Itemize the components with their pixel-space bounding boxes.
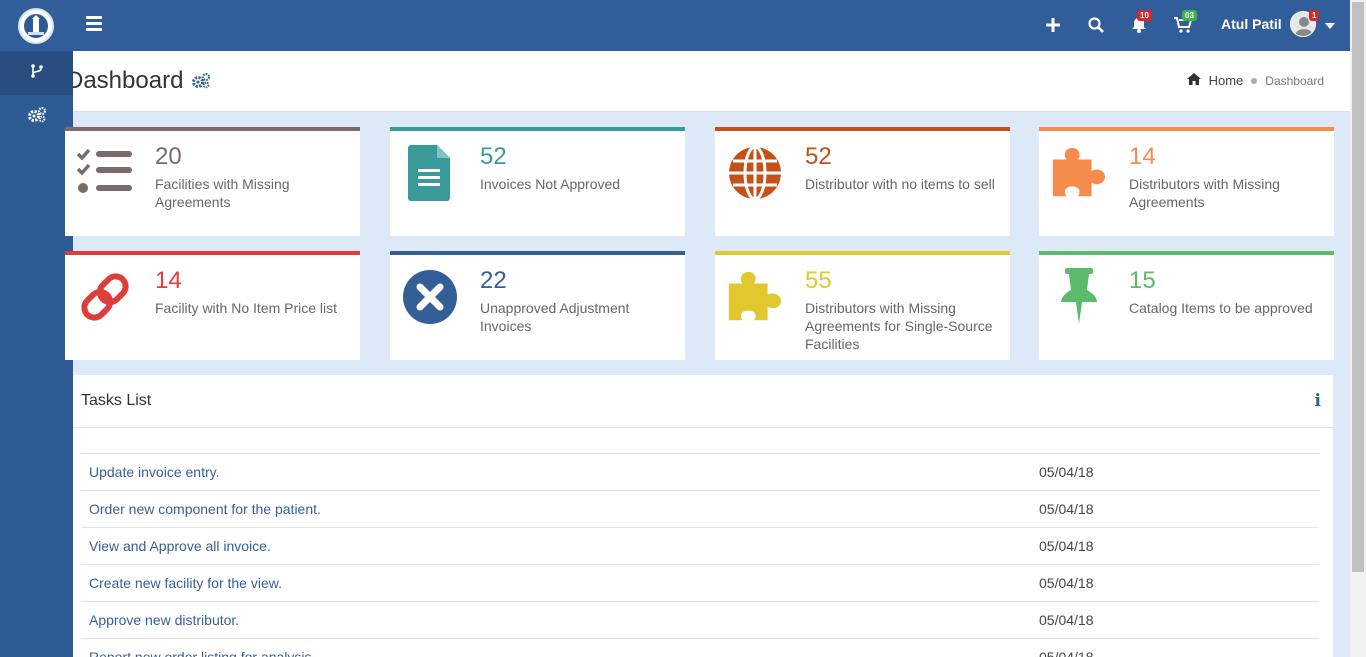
task-date: 05/04/18	[1039, 538, 1094, 554]
gears-icon	[27, 106, 47, 128]
stat-value: 20	[155, 143, 182, 170]
gears-icon[interactable]	[191, 72, 211, 94]
stat-card-catalog-items[interactable]: 15 Catalog Items to be approved	[1039, 251, 1334, 360]
page-scrollbar[interactable]	[1350, 0, 1366, 657]
stat-card-distributors-single-source[interactable]: 55 Distributors with Missing Agreements …	[715, 251, 1010, 360]
tasks-header: Tasks List i	[73, 375, 1333, 428]
breadcrumb: Home Dashboard	[1186, 73, 1324, 88]
cart-badge: 03	[1182, 10, 1197, 21]
checklist-icon	[75, 143, 135, 203]
notifications-badge: 10	[1137, 10, 1152, 21]
task-name-link[interactable]: Report new order listing for analysis.	[89, 649, 315, 657]
tasks-table: Update invoice entry. 05/04/18 Order new…	[81, 453, 1319, 657]
task-date: 05/04/18	[1039, 575, 1094, 591]
scrollbar-thumb[interactable]	[1352, 2, 1364, 572]
task-name-link[interactable]: Create new facility for the view.	[89, 575, 282, 591]
stat-value: 22	[480, 267, 507, 294]
home-icon[interactable]	[1186, 73, 1201, 88]
stat-label: Facilities with Missing Agreements	[155, 176, 290, 210]
stat-label: Distributor with no items to sell	[805, 176, 995, 192]
info-icon[interactable]: i	[1315, 391, 1321, 411]
stat-label: Unapproved Adjustment Invoices	[480, 300, 630, 334]
table-row[interactable]: Update invoice entry. 05/04/18	[81, 453, 1319, 490]
logo-icon[interactable]	[18, 8, 54, 44]
caret-down-icon[interactable]	[1318, 14, 1342, 38]
task-date: 05/04/18	[1039, 612, 1094, 628]
search-icon[interactable]	[1084, 13, 1108, 37]
stat-value: 55	[805, 267, 832, 294]
tasks-title: Tasks List	[81, 392, 152, 409]
stat-label: Facility with No Item Price list	[155, 300, 338, 316]
task-name-link[interactable]: Update invoice entry.	[89, 464, 219, 480]
stat-label: Invoices Not Approved	[480, 176, 621, 192]
task-date: 05/04/18	[1039, 464, 1094, 480]
table-row[interactable]: View and Approve all invoice. 05/04/18	[81, 527, 1319, 564]
puzzle-icon	[1049, 143, 1109, 203]
task-date: 05/04/18	[1039, 501, 1094, 517]
breadcrumb-separator	[1251, 77, 1258, 84]
top-navbar: 10 03 Atul Patil 1	[0, 0, 1350, 51]
pin-icon	[1049, 267, 1109, 327]
user-name[interactable]: Atul Patil	[1221, 16, 1282, 32]
sidebar-item-workflow[interactable]	[0, 51, 73, 95]
page-header: Dashboard Home Dashboard	[73, 51, 1350, 112]
stat-card-distributors-missing-agreements[interactable]: 14 Distributors with Missing Agreements	[1039, 127, 1334, 236]
times-circle-icon	[400, 267, 460, 327]
table-row[interactable]: Create new facility for the view. 05/04/…	[81, 564, 1319, 601]
task-date: 05/04/18	[1039, 649, 1094, 657]
globe-icon	[725, 143, 785, 203]
link-icon	[75, 267, 135, 327]
task-name-link[interactable]: View and Approve all invoice.	[89, 538, 271, 554]
puzzle-icon	[725, 267, 785, 327]
stat-value: 15	[1129, 267, 1156, 294]
stat-card-distributor-no-items[interactable]: 52 Distributor with no items to sell	[715, 127, 1010, 236]
table-row[interactable]: Order new component for the patient. 05/…	[81, 490, 1319, 527]
stat-value: 14	[1129, 143, 1156, 170]
stat-label: Distributors with Missing Agreements for…	[805, 300, 993, 352]
tasks-panel: Tasks List i Update invoice entry. 05/04…	[73, 375, 1333, 657]
menu-icon[interactable]	[86, 16, 102, 34]
branch-icon	[30, 63, 44, 83]
page-title: Dashboard	[73, 67, 184, 94]
stat-card-invoices-not-approved[interactable]: 52 Invoices Not Approved	[390, 127, 685, 236]
breadcrumb-home[interactable]: Home	[1209, 73, 1244, 88]
stat-card-facilities-missing-agreements[interactable]: 20 Facilities with Missing Agreements	[65, 127, 360, 236]
task-name-link[interactable]: Approve new distributor.	[89, 612, 239, 628]
sidebar-item-settings[interactable]	[0, 95, 73, 139]
stat-value: 14	[155, 267, 182, 294]
sidebar	[0, 51, 73, 657]
stat-card-facility-no-price-list[interactable]: 14 Facility with No Item Price list	[65, 251, 360, 360]
table-row[interactable]: Report new order listing for analysis. 0…	[81, 638, 1319, 657]
plus-icon[interactable]	[1041, 13, 1065, 37]
task-name-link[interactable]: Order new component for the patient.	[89, 501, 321, 517]
stat-value: 52	[805, 143, 832, 170]
stat-label: Catalog Items to be approved	[1129, 300, 1313, 316]
stat-label: Distributors with Missing Agreements	[1129, 176, 1280, 210]
breadcrumb-current: Dashboard	[1265, 73, 1324, 88]
document-icon	[400, 143, 460, 203]
stat-value: 52	[480, 143, 507, 170]
stat-card-unapproved-adjustment-invoices[interactable]: 22 Unapproved Adjustment Invoices	[390, 251, 685, 360]
table-row[interactable]: Approve new distributor. 05/04/18	[81, 601, 1319, 638]
